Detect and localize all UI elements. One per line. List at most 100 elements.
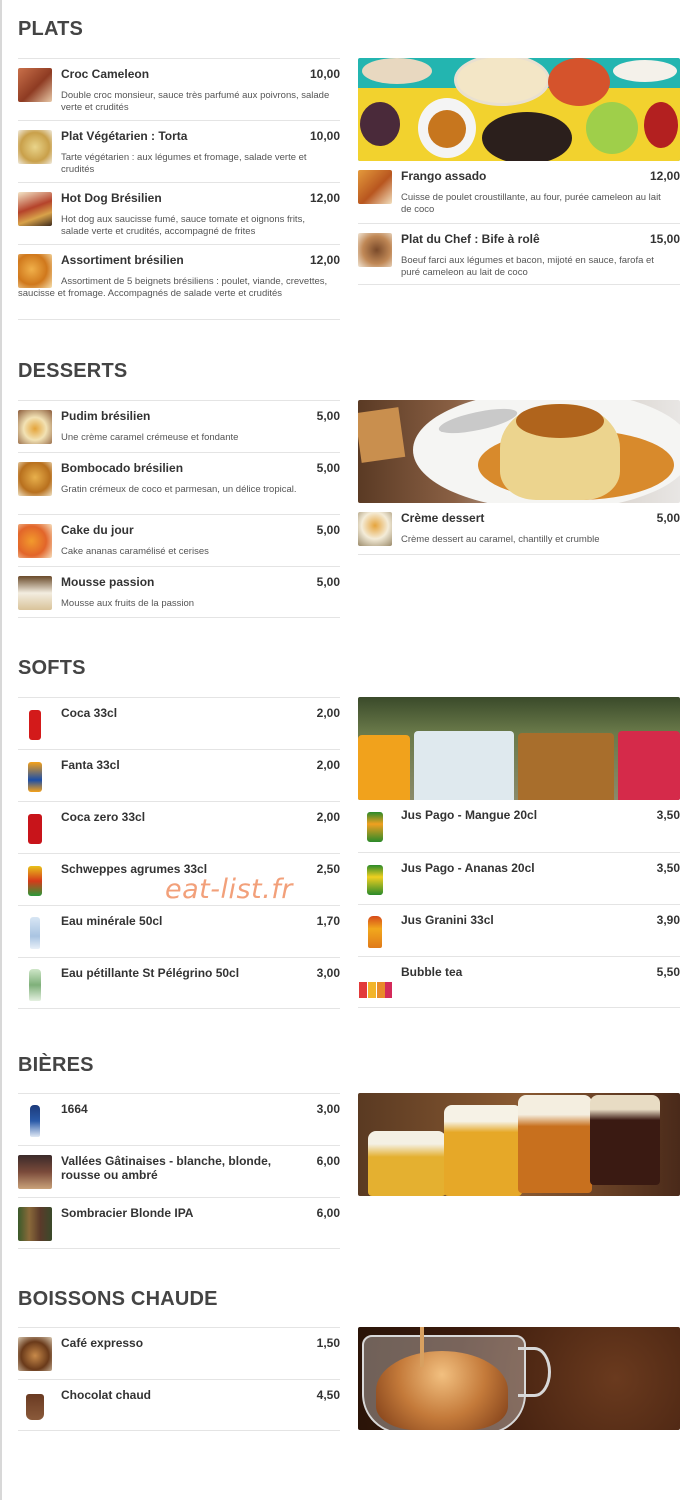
torta-photo (18, 130, 52, 164)
item-price: 2,00 (316, 706, 340, 720)
section-title-softs: SOFTS (18, 657, 86, 679)
item-price: 6,00 (316, 1206, 340, 1220)
coca-zero-can-icon (18, 811, 52, 845)
menu-item[interactable]: Assortiment brésilien 12,00 Assortiment … (18, 244, 340, 320)
menu-item[interactable]: Frango assado 12,00 Cuisse de poulet cro… (358, 161, 680, 223)
item-price: 3,90 (656, 913, 680, 927)
item-name: Cake du jour (61, 523, 134, 537)
chocolat-chaud-photo (18, 1389, 52, 1423)
boissons-left-column: Café expresso 1,50 Chocolat chaud 4,50 (18, 1327, 340, 1431)
item-description: Cake ananas caramélisé et cerises (61, 546, 209, 557)
item-name: Crème dessert (401, 511, 485, 525)
item-name: Pudim brésilien (61, 409, 151, 423)
item-name: Assortiment brésilien (61, 253, 184, 267)
menu-item[interactable]: Jus Pago - Mangue 20cl 3,50 (358, 800, 680, 852)
page-left-border (0, 0, 2, 1500)
menu-item[interactable]: Jus Granini 33cl 3,90 (358, 904, 680, 956)
bombocado-photo (18, 462, 52, 496)
pago-mango-bottle-icon (358, 809, 392, 843)
item-price: 15,00 (649, 232, 680, 246)
item-name: Hot Dog Brésilien (61, 191, 162, 205)
item-description: Assortiment de 5 beignets brésiliens : p… (18, 276, 328, 299)
item-name: Chocolat chaud (61, 1388, 152, 1402)
menu-item[interactable]: Eau minérale 50cl 1,70 (18, 905, 340, 957)
item-name: Vallées Gâtinaises - blanche, blonde, ro… (61, 1154, 272, 1182)
item-description: Tarte végétarien : aux légumes et fromag… (61, 152, 307, 175)
item-description: Crème dessert au caramel, chantilly et c… (401, 534, 600, 545)
watermark: eat-list.fr (165, 874, 293, 905)
item-price: 5,00 (316, 409, 340, 423)
granini-bottle-icon (358, 914, 392, 948)
menu-item[interactable]: Chocolat chaud 4,50 (18, 1379, 340, 1431)
item-price: 5,00 (656, 511, 680, 525)
desserts-right-column: Crème dessert 5,00 Crème dessert au cara… (358, 503, 680, 555)
menu-item[interactable]: Pudim brésilien 5,00 Une crème caramel c… (18, 400, 340, 452)
softs-right-column: Jus Pago - Mangue 20cl 3,50 Jus Pago - A… (358, 800, 680, 1008)
item-price: 10,00 (309, 129, 340, 143)
item-price: 12,00 (309, 253, 340, 267)
menu-item[interactable]: 1664 3,00 (18, 1093, 340, 1145)
item-description: Gratin crémeux de coco et parmesan, un d… (61, 484, 297, 495)
bubble-tea-cups-icon (358, 966, 392, 1000)
item-description: Boeuf farci aux légumes et bacon, mijoté… (401, 255, 654, 278)
menu-item[interactable]: Plat du Chef : Bife à rolê 15,00 Boeuf f… (358, 223, 680, 285)
bieres-banner-photo (358, 1093, 680, 1196)
menu-item[interactable]: Hot Dog Brésilien 12,00 Hot dog aux sauc… (18, 182, 340, 244)
menu-item[interactable]: Cake du jour 5,00 Cake ananas caramélisé… (18, 514, 340, 566)
item-price: 5,00 (316, 523, 340, 537)
item-price: 1,50 (316, 1336, 340, 1350)
menu-item[interactable]: Vallées Gâtinaises - blanche, blonde, ro… (18, 1145, 340, 1197)
menu-item[interactable]: Sombracier Blonde IPA 6,00 (18, 1197, 340, 1249)
pudim-photo (18, 410, 52, 444)
item-name: Plat Végétarien : Torta (61, 129, 188, 143)
plats-banner-photo (358, 58, 680, 161)
menu-item[interactable]: Jus Pago - Ananas 20cl 3,50 (358, 852, 680, 904)
item-description: Cuisse de poulet croustillante, au four,… (401, 192, 661, 215)
menu-item[interactable]: Coca 33cl 2,00 (18, 697, 340, 749)
item-name: Eau pétillante St Pélégrino 50cl (61, 966, 240, 980)
item-name: Plat du Chef : Bife à rolê (401, 232, 540, 246)
mousse-passion-photo (18, 576, 52, 610)
item-price: 3,50 (656, 808, 680, 822)
hot-dog-photo (18, 192, 52, 226)
item-price: 2,00 (316, 758, 340, 772)
menu-item[interactable]: Bubble tea 5,50 (358, 956, 680, 1008)
menu-item[interactable]: Plat Végétarien : Torta 10,00 Tarte végé… (18, 120, 340, 182)
menu-item[interactable]: Coca zero 33cl 2,00 (18, 801, 340, 853)
beer-bottle-1664-icon (18, 1103, 52, 1137)
plats-right-column: Frango assado 12,00 Cuisse de poulet cro… (358, 161, 680, 285)
cake-du-jour-photo (18, 524, 52, 558)
item-name: Croc Cameleon (61, 67, 150, 81)
item-price: 6,00 (316, 1154, 340, 1168)
section-title-boissons: BOISSONS CHAUDE (18, 1288, 218, 1310)
menu-item[interactable]: Fanta 33cl 2,00 (18, 749, 340, 801)
item-description: Hot dog aux saucisse fumé, sauce tomate … (61, 214, 305, 237)
item-description: Mousse aux fruits de la passion (61, 598, 195, 609)
item-description: Double croc monsieur, sauce très parfumé… (61, 90, 330, 113)
menu-item[interactable]: Croc Cameleon 10,00 Double croc monsieur… (18, 58, 340, 120)
item-price: 3,00 (316, 966, 340, 980)
croc-cameleon-photo (18, 68, 52, 102)
bieres-left-column: 1664 3,00 Vallées Gâtinaises - blanche, … (18, 1093, 340, 1249)
sparkling-water-bottle-icon (18, 967, 52, 1001)
section-title-plats: PLATS (18, 18, 84, 40)
menu-item[interactable]: Eau pétillante St Pélégrino 50cl 3,00 (18, 957, 340, 1009)
item-name: Coca zero 33cl (61, 810, 146, 824)
menu-item[interactable]: Café expresso 1,50 (18, 1327, 340, 1379)
plats-left-column: Croc Cameleon 10,00 Double croc monsieur… (18, 58, 340, 320)
desserts-banner-photo (358, 400, 680, 503)
menu-item[interactable]: Mousse passion 5,00 Mousse aux fruits de… (18, 566, 340, 618)
section-title-bieres: BIÈRES (18, 1054, 94, 1076)
item-name: Bombocado brésilien (61, 461, 184, 475)
item-price: 5,00 (316, 575, 340, 589)
pago-pineapple-bottle-icon (358, 862, 392, 896)
item-name: 1664 (61, 1102, 88, 1116)
menu-item[interactable]: Bombocado brésilien 5,00 Gratin crémeux … (18, 452, 340, 514)
item-name: Sombracier Blonde IPA (61, 1206, 194, 1220)
item-name: Bubble tea (401, 965, 463, 979)
menu-item[interactable]: Crème dessert 5,00 Crème dessert au cara… (358, 503, 680, 555)
item-name: Mousse passion (61, 575, 155, 589)
item-name: Coca 33cl (61, 706, 118, 720)
item-price: 2,50 (316, 862, 340, 876)
section-title-desserts: DESSERTS (18, 360, 128, 382)
